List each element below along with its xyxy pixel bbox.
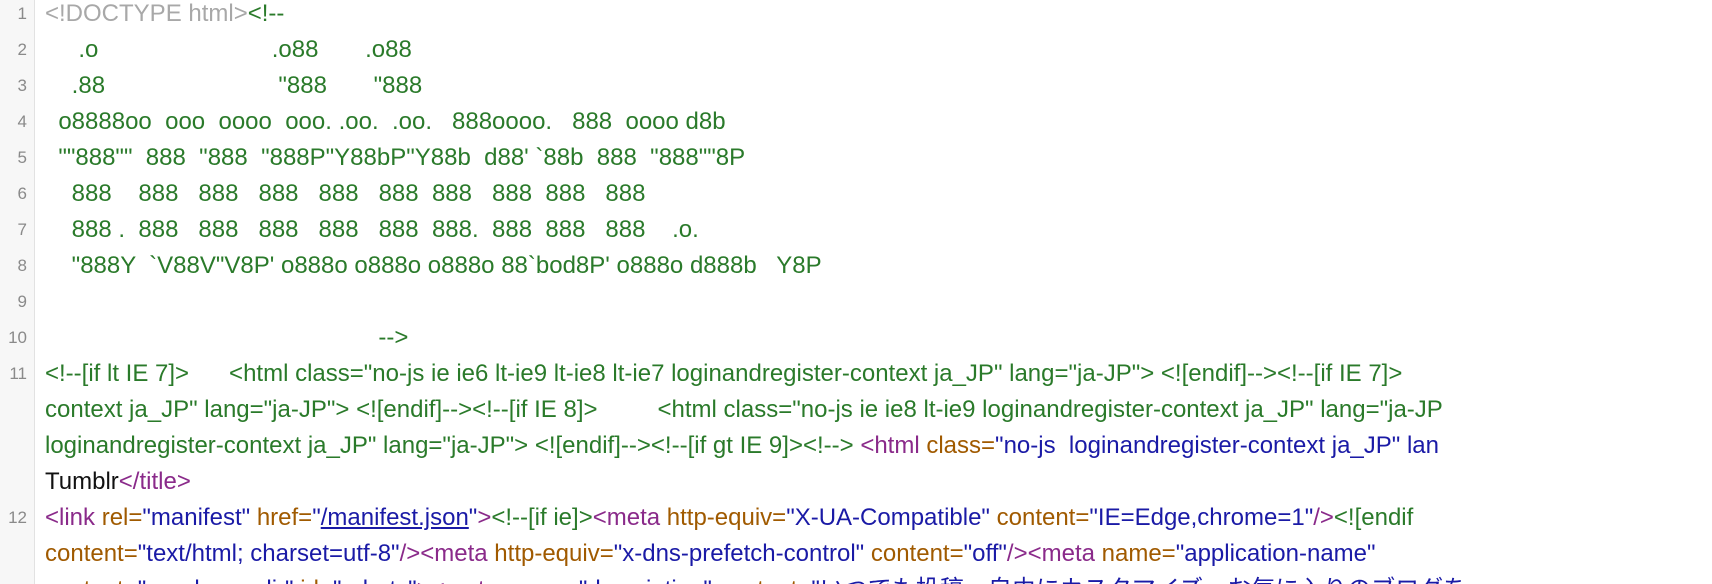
code-token: "off" bbox=[963, 540, 1007, 567]
code-token: id= bbox=[300, 576, 333, 584]
code-text: context ja_JP" lang="ja-JP"> <![endif]--… bbox=[45, 392, 1443, 428]
code-text: <link rel="manifest" href="/manifest.jso… bbox=[45, 500, 1413, 536]
line-number: 11 bbox=[9, 364, 27, 383]
code-text: content="text/html; charset=utf-8"/><met… bbox=[45, 536, 1382, 572]
line-number: 4 bbox=[17, 112, 27, 131]
code-token: content= bbox=[996, 504, 1090, 531]
code-token: <meta bbox=[592, 504, 667, 531]
code-token: <!--[if lt IE 7]> <html class="no-js ie … bbox=[45, 360, 1403, 387]
code-token: "noodp,noydir" bbox=[138, 576, 300, 584]
code-token: content= bbox=[45, 576, 138, 584]
code-token: "IE=Edge,chrome=1" bbox=[1089, 504, 1314, 531]
line-number: 8 bbox=[17, 256, 27, 275]
code-token: "description" bbox=[579, 576, 719, 584]
code-text: ""888"" 888 "888 "888P"Y88bP"Y88b d88' `… bbox=[45, 140, 745, 176]
code-text: "888Y `V88V"V8P' o888o o888o o888o 88`bo… bbox=[45, 248, 822, 284]
line-number: 2 bbox=[17, 40, 27, 59]
code-token: content= bbox=[870, 540, 964, 567]
code-token: </title> bbox=[118, 468, 191, 495]
code-text: --> bbox=[45, 320, 408, 356]
code-token: <!-- bbox=[247, 0, 285, 27]
source-code-viewer[interactable]: 1 <!DOCTYPE html><!-- 2 .o .o88 .o88 3 .88 … bbox=[0, 0, 1712, 584]
line-number: 7 bbox=[17, 220, 27, 239]
code-token: .o .o88 .o88 bbox=[45, 36, 412, 63]
code-token: <link bbox=[45, 504, 102, 531]
code-token: <![endif bbox=[1333, 504, 1414, 531]
code-text: <!--[if lt IE 7]> <html class="no-js ie … bbox=[45, 356, 1402, 392]
line-number: 9 bbox=[17, 292, 27, 311]
code-token: "application-name" bbox=[1175, 540, 1383, 567]
code-token: "888Y `V88V"V8P' o888o o888o o888o 88`bo… bbox=[45, 252, 822, 279]
line-number: 3 bbox=[17, 76, 27, 95]
code-token: /><meta bbox=[399, 540, 495, 567]
code-token: --> bbox=[45, 324, 409, 351]
code-token: class= bbox=[926, 432, 996, 459]
code-token: href= bbox=[256, 504, 313, 531]
code-token: "X-UA-Compatible" bbox=[786, 504, 997, 531]
code-token: " bbox=[312, 504, 321, 531]
line-number: 1 bbox=[17, 4, 27, 23]
line-number: 6 bbox=[17, 184, 27, 203]
code-token: .88 "888 "888 bbox=[45, 72, 423, 99]
code-token: Tumblr bbox=[45, 468, 119, 495]
line-number: 5 bbox=[17, 148, 27, 167]
code-token: <!--[if ie]> bbox=[491, 504, 593, 531]
code-token: "robots" bbox=[333, 576, 417, 584]
code-text: o8888oo ooo oooo ooo. .oo. .oo. 888oooo.… bbox=[45, 104, 726, 140]
code-token: /> bbox=[1313, 504, 1334, 531]
code-token: name= bbox=[1101, 540, 1176, 567]
line-number: 12 bbox=[8, 508, 27, 527]
code-text: content="noodp,noydir" id="robots"><meta… bbox=[45, 572, 1467, 584]
code-token: "text/html; charset=utf-8" bbox=[137, 540, 400, 567]
code-token: "manifest" bbox=[142, 504, 257, 531]
code-text: .88 "888 "888 bbox=[45, 68, 423, 104]
code-text: <!DOCTYPE html><!-- bbox=[45, 0, 284, 32]
code-text: .o .o88 .o88 bbox=[45, 32, 412, 68]
code-token: ><meta bbox=[417, 576, 505, 584]
code-token: > bbox=[477, 504, 492, 531]
code-token: context ja_JP" lang="ja-JP"> <![endif]--… bbox=[45, 396, 1443, 423]
code-token: <html bbox=[860, 432, 927, 459]
code-token: name= bbox=[505, 576, 579, 584]
code-token: "x-dns-prefetch-control" bbox=[613, 540, 871, 567]
code-text: Tumblr</title> bbox=[45, 464, 191, 500]
code-token: "no-js loginandregister-context ja_JP" l… bbox=[995, 432, 1439, 459]
code-token: <!DOCTYPE html> bbox=[45, 0, 248, 27]
code-link[interactable]: /manifest.json bbox=[321, 504, 469, 531]
code-text: 888 . 888 888 888 888 888 888. 888 888 8… bbox=[45, 212, 699, 248]
code-text: loginandregister-context ja_JP" lang="ja… bbox=[45, 428, 1439, 464]
code-token: http-equiv= bbox=[666, 504, 787, 531]
code-token: loginandregister-context ja_JP" lang="ja… bbox=[45, 432, 861, 459]
code-token: content= bbox=[45, 540, 138, 567]
line-number: 10 bbox=[8, 328, 27, 347]
code-token: 888 888 888 888 888 888 888 888 888 888 bbox=[45, 180, 646, 207]
code-text: 888 888 888 888 888 888 888 888 888 888 bbox=[45, 176, 646, 212]
code-token: /><meta bbox=[1006, 540, 1102, 567]
code-token: content= bbox=[719, 576, 812, 584]
code-token: "いつでも投稿、自由にカスタマイズ、お気に入りのブログを bbox=[811, 576, 1467, 584]
code-token: rel= bbox=[101, 504, 143, 531]
code-token: 888 . 888 888 888 888 888 888. 888 888 8… bbox=[45, 216, 699, 243]
code-token: o8888oo ooo oooo ooo. .oo. .oo. 888oooo.… bbox=[45, 108, 726, 135]
code-token: ""888"" 888 "888 "888P"Y88bP"Y88b d88' `… bbox=[45, 144, 746, 171]
code-token: http-equiv= bbox=[494, 540, 614, 567]
